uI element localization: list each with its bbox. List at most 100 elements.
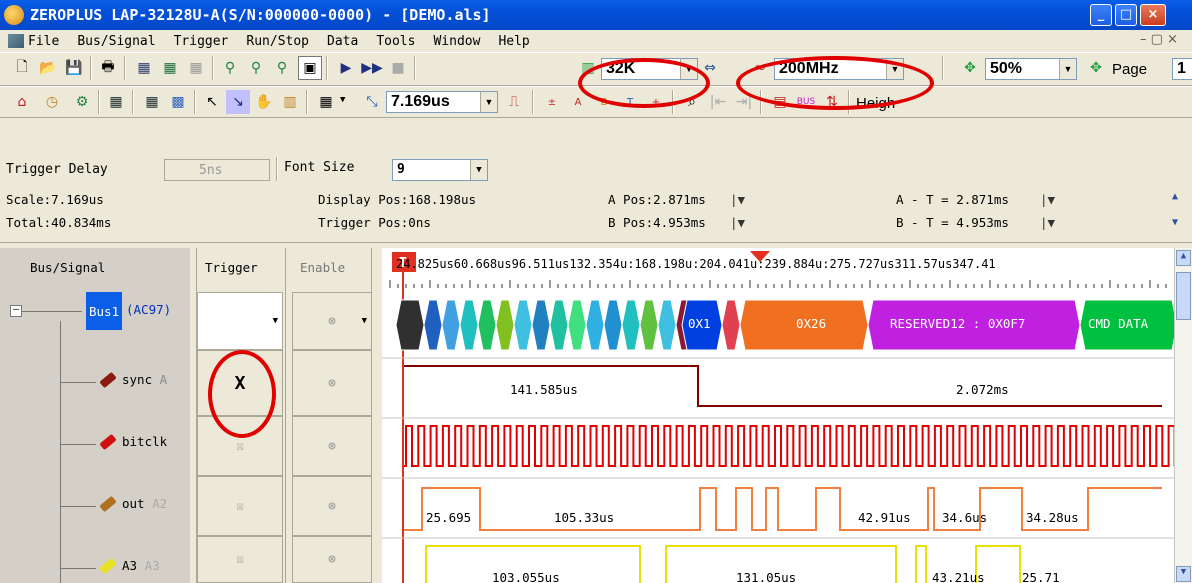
chevron-down-icon[interactable]: ▼ (1059, 59, 1076, 79)
a3-duration-label: 103.055us (492, 570, 560, 583)
signal-split-icon[interactable]: ⚲ (270, 56, 294, 80)
menu-run-stop[interactable]: Run/Stop (246, 34, 309, 49)
bus1-enable-select[interactable]: ⊗ ▼ (292, 292, 372, 350)
settings-icon[interactable]: ⚙ (70, 90, 94, 114)
bus-segment-label: CMD DATA (1088, 316, 1149, 331)
close-button[interactable]: × (1140, 4, 1166, 26)
table-icon[interactable]: ▦ (140, 90, 164, 114)
bus-segment (513, 299, 533, 351)
bus1-name[interactable]: Bus1 (86, 292, 123, 330)
collapse-toggle[interactable]: – (10, 305, 22, 317)
trigger-settings-row: Trigger Delay 5ns Font Size 9 ▼ (0, 155, 1192, 185)
b-minus-t-dropdown[interactable]: |▼ (1040, 215, 1055, 230)
a3-trigger-cell[interactable]: ☒ (197, 536, 283, 583)
grid-icon[interactable]: ▦ (104, 90, 128, 114)
a3-duration-label: 131.05us (736, 570, 797, 583)
bus-segment (639, 299, 659, 351)
measure-icon[interactable]: ▥ (278, 90, 302, 114)
scroll-down-icon[interactable]: ▼ (1172, 217, 1178, 228)
time-ruler-labels: 24.825us60.668us96.511us132.354u:168.198… (396, 257, 996, 271)
out-name[interactable]: out A2 (99, 495, 167, 512)
bitclk-enable-cell[interactable]: ⊗ (292, 416, 372, 476)
scale-select[interactable]: 7.169us ▼ (386, 91, 498, 113)
vertical-scrollbar[interactable]: ▲ ▼ (1174, 248, 1192, 583)
bus-segment (477, 299, 497, 351)
bar-icon[interactable]: ± (540, 90, 564, 114)
home-icon[interactable]: ⌂ (10, 90, 34, 114)
stop-icon[interactable]: ■ (386, 56, 410, 80)
menu-help[interactable]: Help (498, 34, 529, 49)
menu-data[interactable]: Data (327, 34, 358, 49)
scale-icon: ⤡ (366, 94, 378, 110)
out-trigger-cell[interactable]: ☒ (197, 476, 283, 536)
a3-enable-cell[interactable]: ⊗ (292, 536, 372, 583)
new-file-icon[interactable]: 🗋 (10, 56, 34, 80)
bus-tool-icon[interactable]: ▦ (132, 56, 156, 80)
bus-segment (495, 299, 515, 351)
bus1-waveform[interactable] (395, 299, 1178, 351)
sync-duration-label: 2.072ms (956, 382, 1009, 397)
font-size-label: Font Size (284, 160, 355, 175)
scroll-up-icon[interactable]: ▲ (1172, 191, 1178, 202)
pointer-icon[interactable]: ↖ (200, 90, 224, 114)
sync-name[interactable]: sync A (99, 371, 167, 388)
bus-signal-header[interactable]: Bus/Signal (30, 250, 105, 285)
probe-icon (99, 433, 117, 450)
signal-group-icon[interactable]: ⚲ (244, 56, 268, 80)
bitclk-waveform[interactable] (404, 425, 1176, 467)
save-icon[interactable]: 💾 (62, 56, 86, 80)
scroll-down-icon[interactable]: ▼ (1176, 566, 1191, 582)
run-icon[interactable]: ▶ (334, 56, 358, 80)
chevron-down-icon[interactable]: ▼ (470, 160, 487, 180)
zoom-select[interactable]: 50% ▼ (985, 58, 1077, 80)
menu-tools[interactable]: Tools (376, 34, 415, 49)
chevron-down-icon[interactable]: ▼ (340, 95, 345, 105)
bitclk-name[interactable]: bitclk (99, 433, 167, 450)
font-size-select[interactable]: 9 ▼ (392, 159, 488, 181)
display-toggle-icon[interactable]: ▣ (298, 56, 322, 80)
out-enable-cell[interactable]: ⊗ (292, 476, 372, 536)
a3-name[interactable]: A3 A3 (99, 557, 160, 574)
bus-segment-label: 0X26 (796, 316, 827, 331)
maximize-button[interactable]: □ (1115, 4, 1137, 26)
signal-add-icon[interactable]: ⚲ (218, 56, 242, 80)
trigger-jump-icon[interactable]: ⎍ (502, 90, 526, 114)
view-icon[interactable]: ▩ (166, 90, 190, 114)
a-minus-t-info: A - T = 2.871ms (896, 192, 1009, 207)
print-icon[interactable]: 🖶 (96, 56, 120, 80)
menu-window[interactable]: Window (433, 34, 480, 49)
page-number-field[interactable]: 1 (1172, 58, 1192, 80)
scroll-up-icon[interactable]: ▲ (1176, 250, 1191, 266)
bus-segment (441, 299, 461, 351)
b-pos-dropdown[interactable]: |▼ (730, 215, 745, 230)
app-icon (4, 5, 24, 25)
minimize-button[interactable]: _ (1090, 4, 1112, 26)
clock-icon[interactable]: ◷ (40, 90, 64, 114)
a-minus-t-dropdown[interactable]: |▼ (1040, 192, 1055, 207)
bus1-trigger-select[interactable]: ▼ (197, 292, 283, 350)
sync-enable-cell[interactable]: ⊗ (292, 350, 372, 416)
menu-file[interactable]: File (28, 34, 59, 49)
run-repeat-icon[interactable]: ▶▶ (360, 56, 384, 80)
title-bar: ZEROPLUS LAP-32128U-A(S/N:000000-0000) -… (0, 0, 1192, 30)
out-duration-label: 34.6us (942, 510, 988, 525)
waveform-icon[interactable]: ▦ (314, 90, 338, 114)
bus-segment (423, 299, 443, 351)
open-folder-icon[interactable]: 📂 (36, 56, 60, 80)
hand-icon[interactable]: ✋ (252, 90, 276, 114)
trigger-delay-field[interactable]: 5ns (164, 159, 270, 181)
search-prev-icon[interactable]: |⇤ (706, 90, 730, 114)
select-icon[interactable]: ↘ (226, 90, 250, 114)
scroll-thumb[interactable] (1176, 272, 1191, 320)
annotation-ring-memory (578, 58, 710, 108)
menu-bus-signal[interactable]: Bus/Signal (77, 34, 155, 49)
time-ruler-bg (382, 248, 1192, 296)
bus-edit-icon[interactable]: ▦ (158, 56, 182, 80)
bus-segment (657, 299, 677, 351)
chevron-down-icon[interactable]: ▼ (480, 92, 497, 112)
menu-trigger[interactable]: Trigger (174, 34, 229, 49)
waveform-canvas[interactable]: T 24.825us60.668us96.511us132.354u:168.1… (382, 248, 1192, 583)
mdi-minimize-icon[interactable]: – ▢ × (1140, 32, 1178, 47)
annotation-ring-sample-rate (736, 56, 934, 110)
a-pos-dropdown[interactable]: |▼ (730, 192, 745, 207)
